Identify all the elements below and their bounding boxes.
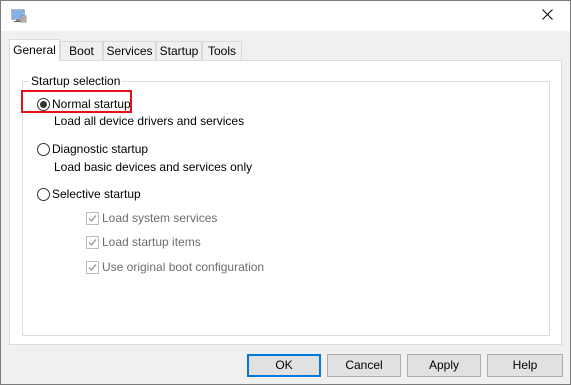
system-configuration-window: General Boot Services Startup Tools Star…: [0, 0, 571, 385]
tab-label: General: [13, 43, 56, 57]
radio-diagnostic-startup[interactable]: Diagnostic startup: [37, 141, 148, 157]
help-button-label: Help: [512, 358, 538, 372]
tab-label: Startup: [159, 44, 199, 58]
normal-startup-highlight-box: [21, 90, 132, 113]
tab-label: Tools: [207, 44, 236, 58]
radio-button[interactable]: [37, 187, 50, 201]
checkbox-label: Load startup items: [102, 235, 201, 249]
checkbox-disabled-checked[interactable]: [86, 211, 99, 225]
tab-tools[interactable]: Tools: [202, 41, 242, 60]
cancel-button[interactable]: Cancel: [327, 354, 401, 377]
checkbox-load-startup-items[interactable]: Load startup items: [86, 235, 201, 249]
apply-button-label: Apply: [428, 358, 460, 372]
ok-button[interactable]: OK: [247, 354, 321, 377]
close-button[interactable]: [524, 1, 570, 31]
title-bar[interactable]: [1, 1, 570, 31]
cancel-button-label: Cancel: [345, 358, 383, 372]
apply-button[interactable]: Apply: [407, 354, 481, 377]
msconfig-app-icon: [11, 8, 27, 24]
diagnostic-startup-description: Load basic devices and services only: [54, 160, 253, 174]
ok-button-label: OK: [275, 358, 293, 372]
radio-button[interactable]: [37, 142, 50, 156]
tab-general[interactable]: General: [9, 39, 60, 61]
tab-label: Boot: [69, 44, 94, 58]
tab-label: Services: [106, 44, 153, 58]
startup-selection-group: Startup selection Normal startup Load al…: [22, 74, 550, 336]
normal-startup-description: Load all device drivers and services: [54, 114, 245, 128]
help-button[interactable]: Help: [487, 354, 563, 377]
checkbox-use-original-boot-configuration[interactable]: Use original boot configuration: [86, 260, 264, 274]
group-label: Startup selection: [29, 74, 123, 88]
checkbox-label: Use original boot configuration: [102, 260, 265, 274]
tab-boot[interactable]: Boot: [60, 41, 103, 60]
checkbox-label: Load system services: [102, 211, 218, 225]
tab-services[interactable]: Services: [103, 41, 156, 60]
checkbox-load-system-services[interactable]: Load system services: [86, 211, 217, 225]
radio-label-selective-startup: Selective startup: [52, 187, 141, 201]
radio-label-diagnostic-startup: Diagnostic startup: [52, 142, 149, 156]
close-icon: [541, 9, 553, 23]
checkbox-disabled-checked[interactable]: [86, 235, 99, 249]
checkbox-disabled-checked[interactable]: [86, 260, 99, 274]
radio-selective-startup[interactable]: Selective startup: [37, 186, 141, 202]
tab-startup[interactable]: Startup: [156, 41, 202, 60]
